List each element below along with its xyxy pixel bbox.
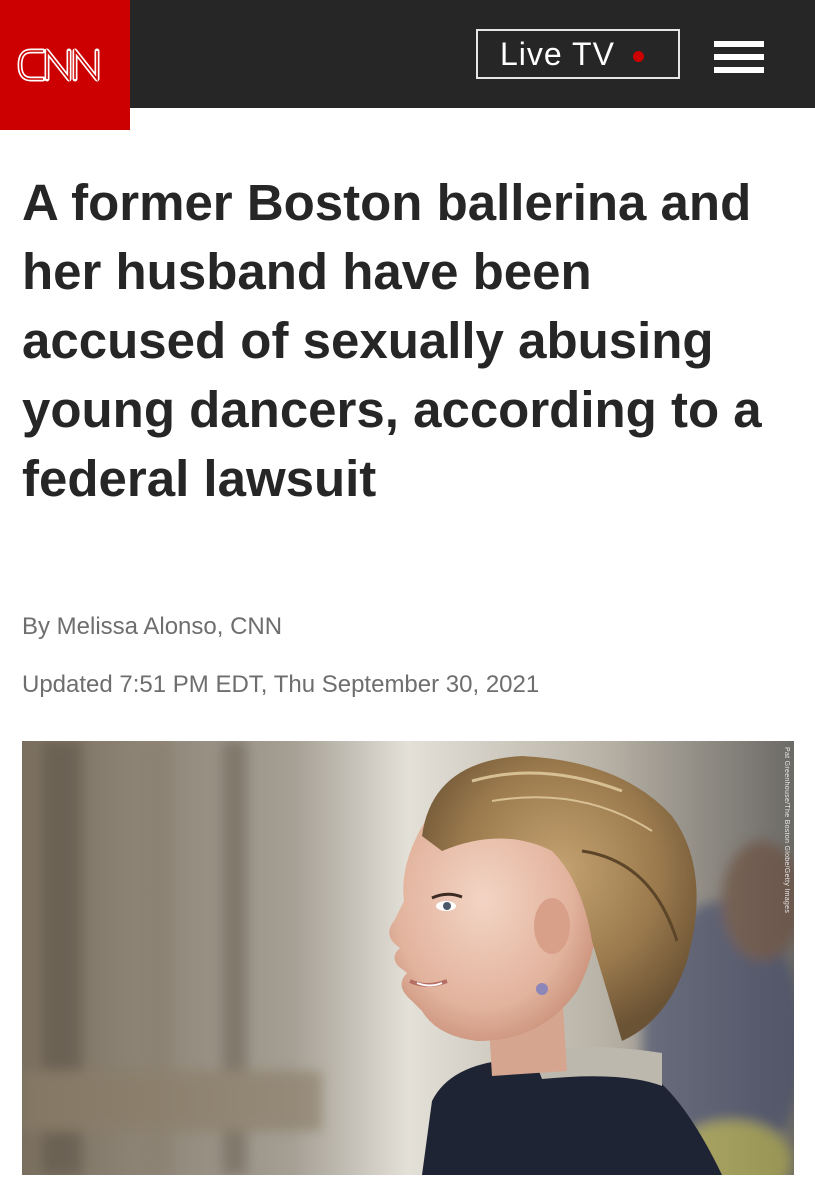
site-header: Live TV — [0, 0, 815, 130]
menu-bar-bottom — [714, 67, 764, 73]
live-tv-button[interactable]: Live TV — [476, 29, 680, 79]
ballerina-photo — [22, 741, 794, 1175]
article-headline: A former Boston ballerina and her husban… — [22, 174, 762, 507]
article-timestamp: Updated 7:51 PM EDT, Thu September 30, 2… — [22, 671, 540, 698]
red-dot-icon — [632, 50, 644, 62]
cnn-logo-mark — [17, 48, 100, 82]
cnn-logo[interactable] — [0, 0, 130, 130]
menu-bar-middle — [714, 54, 764, 60]
article-byline[interactable]: By Melissa Alonso, CNN — [22, 613, 282, 641]
live-tv-label: Live TV — [500, 35, 615, 72]
menu-bar-top — [714, 41, 764, 47]
article-photo[interactable]: Pat Greenhouse/The Boston Globe/Getty Im… — [22, 741, 794, 1175]
hamburger-menu-icon[interactable] — [714, 41, 764, 73]
photo-credit: Pat Greenhouse/The Boston Globe/Getty Im… — [783, 747, 790, 914]
